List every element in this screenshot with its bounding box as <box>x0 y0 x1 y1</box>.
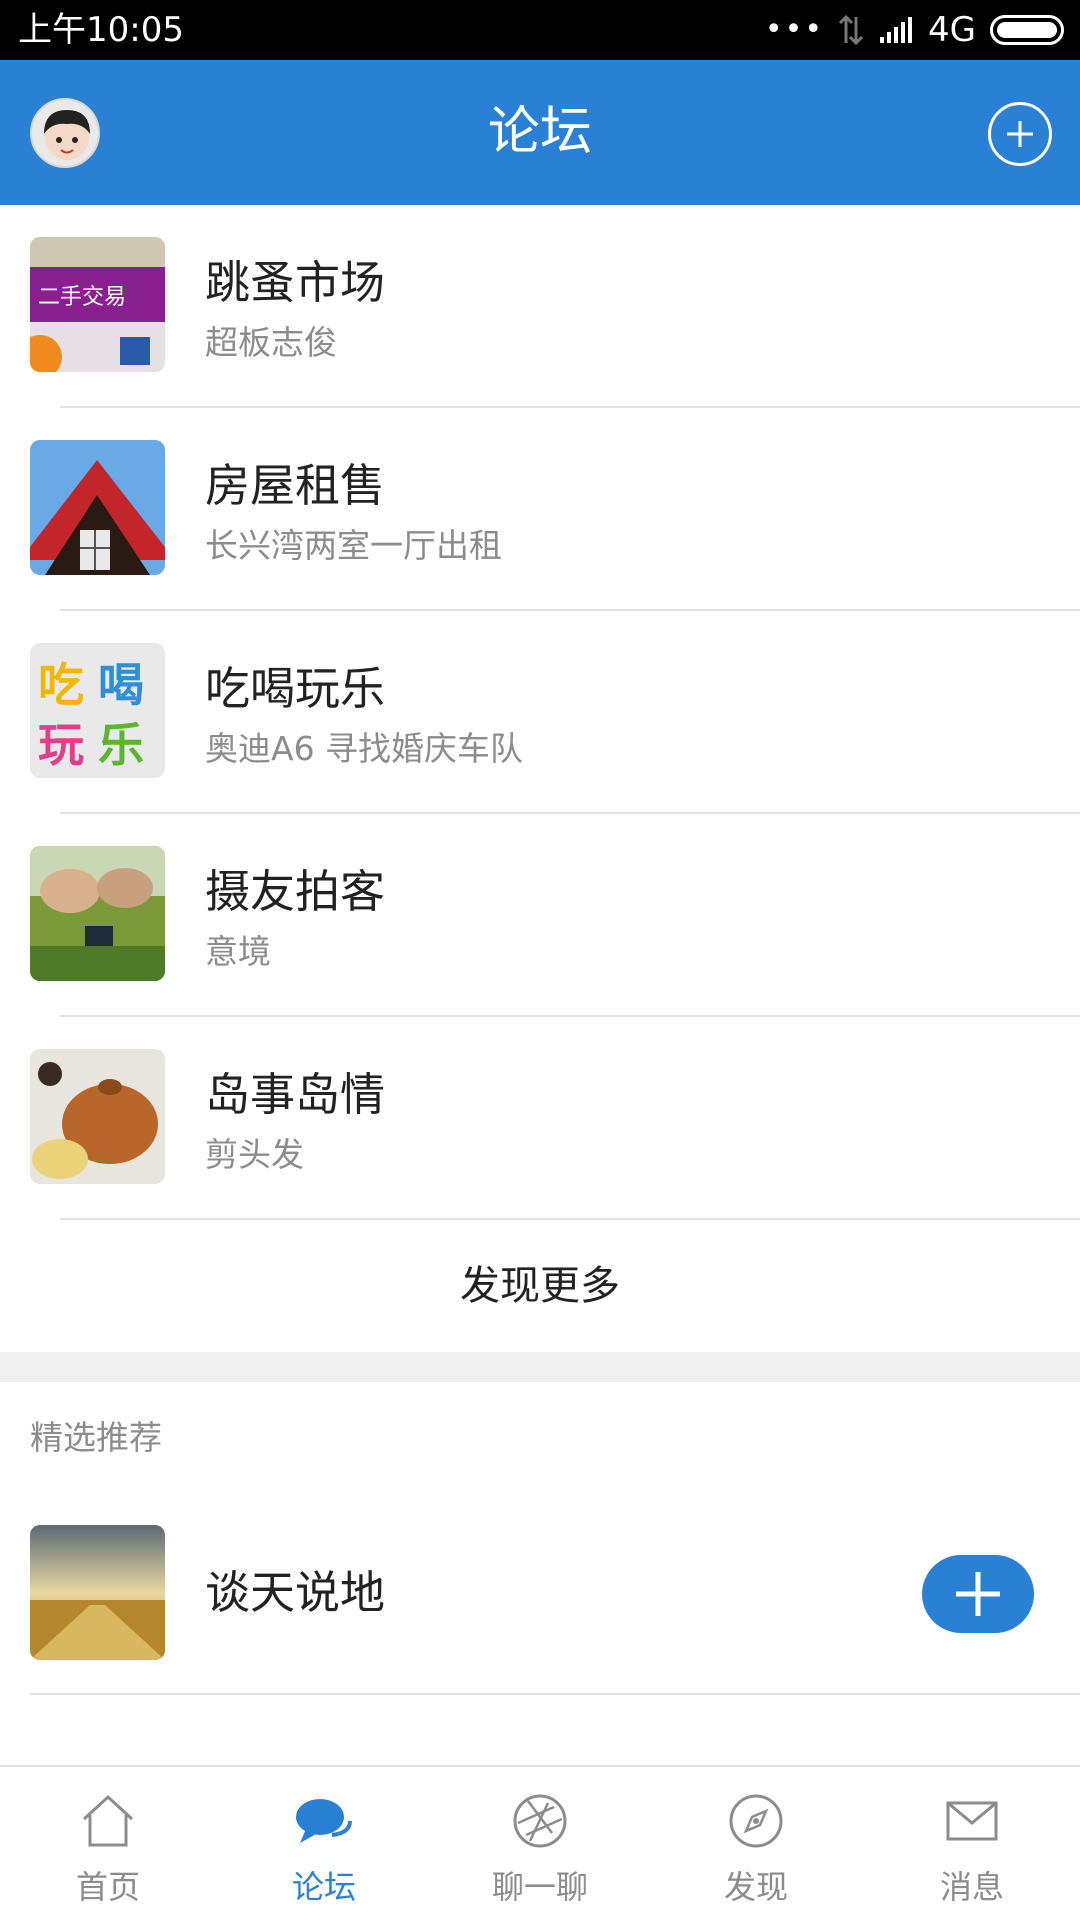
nav-item-chat[interactable]: 聊一聊 <box>432 1767 648 1920</box>
status-bar: 上午10:05 ••• 4G <box>0 0 1080 60</box>
forum-title: 摄友拍客 <box>205 865 386 918</box>
chat-bubble-icon <box>296 1799 352 1843</box>
forum-item-food-fun[interactable]: 吃 喝 玩 乐 吃喝玩乐 奥迪A6 寻找婚庆车队 <box>0 611 1080 814</box>
forum-latest-post: 长兴湾两室一厅出租 <box>205 526 502 565</box>
follow-forum-button[interactable] <box>922 1555 1034 1633</box>
nav-label: 首页 <box>75 1868 140 1906</box>
svg-text:二手交易: 二手交易 <box>38 285 126 310</box>
photographers-image <box>30 846 165 981</box>
forum-title: 跳蚤市场 <box>205 256 386 309</box>
status-time: 上午10:05 <box>18 10 184 50</box>
nav-item-home[interactable]: 首页 <box>0 1767 216 1920</box>
forum-item-photographers[interactable]: 摄友拍客 意境 <box>0 814 1080 1017</box>
forum-latest-post: 意境 <box>205 932 271 971</box>
battery-icon <box>990 15 1064 45</box>
section-divider <box>0 1352 1080 1382</box>
svg-text:乐: 乐 <box>98 718 144 772</box>
more-dots-icon: ••• <box>764 12 825 47</box>
featured-forum-item[interactable]: 谈天说地 <box>0 1495 1080 1695</box>
featured-forum-title: 谈天说地 <box>205 1566 386 1619</box>
nav-label: 论坛 <box>291 1868 356 1906</box>
section-title-recommended: 精选推荐 <box>30 1418 162 1457</box>
page-title: 论坛 <box>487 102 592 162</box>
home-icon <box>82 1794 134 1847</box>
add-post-button[interactable] <box>988 102 1052 166</box>
forum-latest-post: 剪头发 <box>205 1135 304 1174</box>
nav-label: 消息 <box>939 1868 1004 1906</box>
app-bar: 论坛 <box>0 60 1080 205</box>
mail-icon <box>946 1801 998 1841</box>
aperture-icon <box>513 1794 567 1848</box>
field-landscape-image <box>30 1525 165 1660</box>
forum-title: 岛事岛情 <box>205 1068 386 1121</box>
svg-text:喝: 喝 <box>98 658 144 712</box>
secondhand-trade-image: 二手交易 <box>30 237 165 372</box>
status-icons: ••• 4G <box>765 10 1064 50</box>
forum-item-housing[interactable]: 房屋租售 长兴湾两室一厅出租 <box>0 408 1080 611</box>
network-type: 4G <box>928 10 976 50</box>
nav-label: 聊一聊 <box>491 1868 588 1906</box>
house-image <box>30 440 165 575</box>
forum-latest-post: 奥迪A6 寻找婚庆车队 <box>205 729 524 768</box>
data-transfer-icon <box>838 15 864 45</box>
forum-title: 吃喝玩乐 <box>205 662 386 715</box>
nav-item-forum[interactable]: 论坛 <box>216 1767 432 1920</box>
forum-title: 房屋租售 <box>205 459 386 512</box>
food-fun-image: 吃 喝 玩 乐 <box>30 643 165 778</box>
divider <box>30 1693 1080 1695</box>
nav-item-messages[interactable]: 消息 <box>864 1767 1080 1920</box>
teapot-image <box>30 1049 165 1184</box>
forum-item-flea-market[interactable]: 二手交易 跳蚤市场 超板志俊 <box>0 205 1080 408</box>
forum-item-island[interactable]: 岛事岛情 剪头发 <box>0 1017 1080 1220</box>
forum-list: 二手交易 跳蚤市场 超板志俊 房屋租售 长兴湾两室一厅出租 吃 喝 玩 乐 吃喝… <box>0 205 1080 1220</box>
svg-text:吃: 吃 <box>38 658 84 712</box>
svg-text:玩: 玩 <box>38 718 84 772</box>
forum-latest-post: 超板志俊 <box>205 323 337 362</box>
discover-more-button[interactable]: 发现更多 <box>0 1220 1080 1352</box>
nav-label: 发现 <box>723 1868 788 1906</box>
compass-icon <box>729 1794 783 1848</box>
nav-item-discover[interactable]: 发现 <box>648 1767 864 1920</box>
bottom-nav: 首页 论坛 聊一聊 发现 消息 <box>0 1765 1080 1920</box>
signal-icon <box>880 17 913 43</box>
